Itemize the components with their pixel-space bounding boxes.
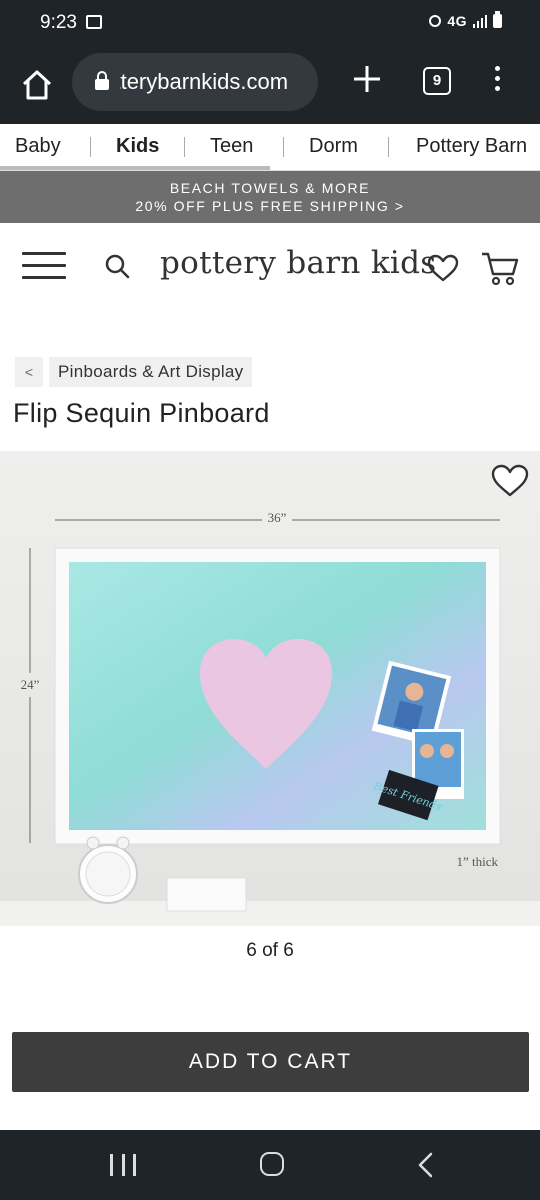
favorites-icon[interactable] — [426, 253, 460, 283]
search-icon[interactable] — [104, 253, 130, 279]
nav-divider — [283, 137, 284, 157]
new-tab-icon[interactable] — [350, 62, 384, 96]
breadcrumb-link[interactable]: Pinboards & Art Display — [49, 357, 253, 387]
nav-item-pottery-barn[interactable]: Pottery Barn — [416, 135, 527, 158]
site-header: pottery barn kids — [0, 223, 540, 311]
add-to-cart-button[interactable]: ADD TO CART — [12, 1032, 529, 1092]
nav-item-kids[interactable]: Kids — [116, 135, 159, 158]
nav-divider — [184, 137, 185, 157]
image-counter: 6 of 6 — [246, 940, 294, 961]
site-logo[interactable]: pottery barn kids — [160, 245, 436, 281]
home-icon[interactable] — [16, 64, 58, 106]
product-title: Flip Sequin Pinboard — [13, 398, 270, 428]
height-dimension-label: 24” — [21, 677, 40, 692]
status-time: 9:23 — [40, 12, 77, 33]
more-menu-icon[interactable] — [487, 66, 507, 98]
cart-icon[interactable] — [480, 249, 520, 287]
system-back-button[interactable] — [414, 1152, 438, 1178]
nav-item-baby[interactable]: Baby — [15, 135, 61, 158]
gallery-notification-icon — [86, 15, 102, 29]
depth-dimension-label: 1” thick — [456, 854, 498, 869]
menu-icon[interactable] — [22, 252, 66, 284]
tab-switcher-button[interactable]: 9 — [423, 67, 451, 95]
product-photo: Best Friends 36” 24” 1” thick — [0, 451, 540, 926]
nav-divider — [90, 137, 91, 157]
system-navigation-bar — [0, 1130, 540, 1200]
address-bar[interactable]: potterybarnkids.com — [72, 53, 318, 111]
promo-banner[interactable]: BEACH TOWELS & MORE 20% OFF PLUS FREE SH… — [0, 171, 540, 223]
recent-apps-button[interactable] — [110, 1154, 136, 1176]
product-image[interactable]: Best Friends 36” 24” 1” thick — [0, 451, 540, 926]
width-dimension-label: 36” — [268, 510, 287, 525]
category-nav: Baby Kids Teen Dorm Pottery Barn — [0, 124, 540, 171]
promo-line-1: BEACH TOWELS & MORE — [169, 180, 371, 196]
status-indicators: 4G — [429, 11, 502, 29]
browser-toolbar: potterybarnkids.com 9 — [0, 48, 540, 124]
network-type: 4G — [447, 13, 467, 29]
url-text: potterybarnkids.com — [120, 69, 310, 95]
status-bar: 9:23 4G — [0, 0, 540, 48]
breadcrumb-back-button[interactable]: < — [15, 357, 43, 387]
nav-item-teen[interactable]: Teen — [210, 135, 253, 158]
url-value: potterybarnkids.com — [120, 69, 289, 94]
wishlist-heart-icon[interactable] — [490, 463, 530, 499]
promo-line-2: 20% OFF PLUS FREE SHIPPING > — [135, 198, 405, 214]
lock-icon — [95, 71, 109, 90]
signal-icon — [473, 14, 487, 28]
system-home-button[interactable] — [260, 1152, 284, 1176]
nav-divider — [388, 137, 389, 157]
breadcrumb: < Pinboards & Art Display — [15, 357, 253, 387]
nav-item-dorm[interactable]: Dorm — [309, 135, 358, 158]
data-saver-icon — [429, 15, 442, 27]
battery-icon — [493, 11, 502, 28]
nav-scroll-indicator — [0, 166, 270, 170]
